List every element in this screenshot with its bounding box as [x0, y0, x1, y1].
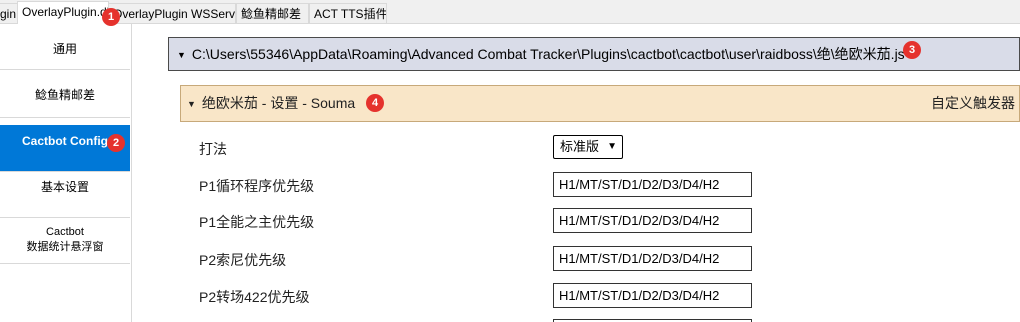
sidebar-item-general[interactable]: 通用 [0, 24, 130, 70]
sidebar-item-label: 通用 [52, 42, 77, 56]
sidebar-item-label-line1: Cactbot [46, 226, 84, 238]
sidebar-item-cactbot-stats-overlay[interactable]: Cactbot 数据统计悬浮窗 [0, 218, 130, 264]
sidebar-item-label: 鲶鱼精邮差 [34, 88, 95, 102]
annotation-badge-4: 4 [366, 94, 384, 112]
annotation-badge-2: 2 [107, 134, 125, 152]
sidebar-item-basic-settings[interactable]: 基本设置 [0, 172, 130, 218]
priority-input[interactable]: H1/MT/ST/D1/D2/D3/D4/H2 [553, 283, 752, 308]
strategy-selected-value: 标准版 [560, 139, 600, 154]
field-label: P2转场422优先级 [199, 289, 310, 305]
expand-triangle-icon: ▼ [187, 98, 196, 109]
settings-title: 绝欧米茄 - 设置 - Souma [201, 95, 356, 111]
priority-input[interactable]: H1/MT/ST/D1/D2/D3/D4/H2 [553, 208, 752, 233]
trigger-file-path: C:\Users\55346\AppData\Roaming\Advanced … [191, 46, 905, 62]
expand-triangle-icon: ▼ [177, 50, 186, 61]
tab-overlayplugin-dll[interactable]: OverlayPlugin.dll [17, 1, 109, 24]
sidebar: 通用 鲶鱼精邮差 Cactbot Config 基本设置 Cactbot 数据统… [0, 24, 132, 322]
field-label: P2索尼优先级 [199, 252, 287, 268]
strategy-select[interactable]: 标准版 ▼ [553, 135, 623, 159]
tab-plugin-truncated[interactable]: gin [0, 3, 18, 23]
plugin-tab-strip: gin OverlayPlugin.dll OverlayPlugin WSSe… [0, 0, 1020, 24]
priority-input[interactable]: H1/MT/ST/D1/D2/D3/D4/H2 [553, 246, 752, 271]
field-label: P1循环程序优先级 [199, 178, 315, 194]
sidebar-item-catfish-postman[interactable]: 鲶鱼精邮差 [0, 70, 130, 118]
tab-overlayplugin-wsserver[interactable]: OverlayPlugin WSServer [108, 3, 236, 23]
priority-input[interactable]: H1/MT/ST/D1/D2/D3/D4/H2 [553, 172, 752, 197]
sidebar-item-label: 基本设置 [40, 180, 89, 194]
annotation-badge-3: 3 [903, 41, 921, 59]
tab-act-tts[interactable]: ACT TTS插件 [309, 3, 387, 23]
chevron-down-icon: ▼ [607, 141, 617, 152]
custom-triggers-label[interactable]: 自定义触发器 [931, 86, 1015, 121]
trigger-file-header[interactable]: ▼ C:\Users\55346\AppData\Roaming\Advanced… [168, 37, 1020, 71]
strategy-label: 打法 [199, 141, 227, 157]
trigger-settings-header[interactable]: ▼ 绝欧米茄 - 设置 - Souma 自定义触发器 [180, 85, 1020, 122]
annotation-badge-1: 1 [102, 8, 120, 26]
tab-catfish-postman[interactable]: 鲶鱼精邮差 [236, 3, 309, 23]
field-label: P1全能之主优先级 [199, 214, 315, 230]
sidebar-item-label-line2: 数据统计悬浮窗 [26, 241, 104, 253]
